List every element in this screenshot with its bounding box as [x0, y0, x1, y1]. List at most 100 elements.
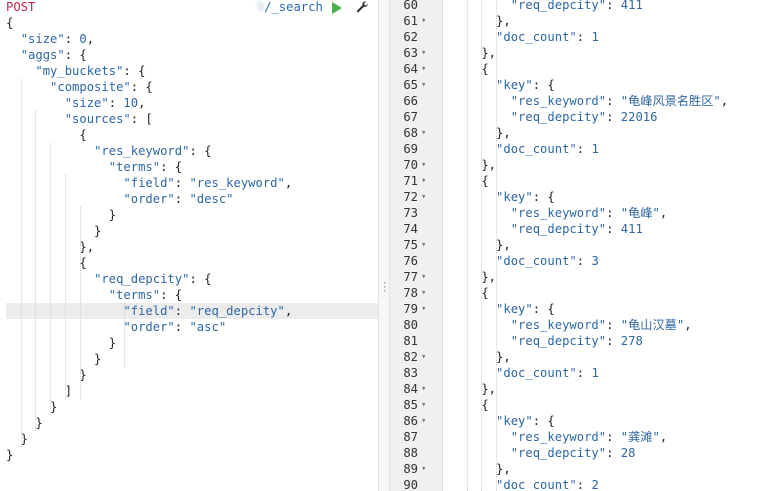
code-line[interactable]: "size": 0,	[6, 31, 378, 47]
fold-toggle-icon[interactable]: ▾	[421, 61, 426, 77]
code-line[interactable]: }	[6, 335, 378, 351]
line-number: 85	[403, 398, 418, 412]
code-line[interactable]: {	[6, 15, 378, 31]
request-url[interactable]: 9/_search	[44, 0, 323, 15]
code-line[interactable]: }	[6, 399, 378, 415]
code-line[interactable]: "aggs": {	[6, 47, 378, 63]
line-number: 71	[403, 174, 418, 188]
fold-toggle-icon[interactable]: ▾	[421, 189, 426, 205]
fold-toggle-icon[interactable]: ▾	[421, 157, 426, 173]
code-token: "req_depcity"	[189, 304, 285, 318]
code-token: {	[452, 398, 489, 412]
code-token: 3	[591, 254, 599, 268]
line-number: 90	[403, 478, 418, 491]
code-token: "req_depcity"	[510, 334, 607, 348]
fold-toggle-icon[interactable]: ▾	[421, 173, 426, 189]
code-line[interactable]: "sources": [	[6, 111, 378, 127]
code-line[interactable]: {	[6, 127, 378, 143]
code-token: :	[64, 32, 80, 46]
code-line[interactable]: }	[6, 207, 378, 223]
fold-toggle-icon[interactable]: ▾	[421, 397, 426, 413]
code-line[interactable]: ]	[6, 383, 378, 399]
response-line: "doc_count": 1	[452, 141, 777, 157]
fold-toggle-icon[interactable]: ▾	[421, 461, 426, 477]
pane-resize-handle[interactable]: · · ·	[378, 0, 390, 491]
code-token: "field"	[123, 304, 175, 318]
code-line[interactable]: }	[6, 415, 378, 431]
code-token: "size"	[64, 96, 109, 110]
code-token: "composite"	[50, 80, 131, 94]
code-token: }	[6, 448, 14, 462]
response-line: },	[452, 269, 777, 285]
code-token: }	[6, 416, 43, 430]
code-line[interactable]: },	[6, 239, 378, 255]
fold-toggle-icon[interactable]: ▾	[421, 77, 426, 93]
response-line: },	[452, 125, 777, 141]
fold-toggle-icon[interactable]: ▾	[421, 237, 426, 253]
code-line[interactable]: }	[6, 431, 378, 447]
line-number: 63	[403, 46, 418, 60]
code-line[interactable]: }	[6, 447, 378, 463]
response-viewer-pane[interactable]: 60 "req_depcity": 411 61 ▾ }, 62 "doc_count…	[390, 0, 777, 491]
code-token: 278	[620, 334, 643, 348]
code-line[interactable]: "terms": {	[6, 287, 378, 303]
fold-toggle-icon[interactable]: ▾	[421, 125, 426, 141]
line-number: 88	[403, 446, 418, 460]
line-number: 70	[403, 158, 418, 172]
code-token: "res_keyword"	[189, 176, 285, 190]
code-token: "order"	[123, 192, 175, 206]
code-token: "aggs"	[20, 48, 65, 62]
code-token: "size"	[20, 32, 65, 46]
code-token: : {	[160, 288, 183, 302]
code-line[interactable]: "composite": {	[6, 79, 378, 95]
code-line[interactable]: "order": "desc"	[6, 191, 378, 207]
code-token: "req_depcity"	[94, 272, 190, 286]
response-line: "doc_count": 3	[452, 253, 777, 269]
code-token: :	[576, 30, 592, 44]
indent-guide	[20, 79, 22, 447]
indent-guide	[123, 303, 125, 367]
fold-toggle-icon[interactable]: ▾	[421, 301, 426, 317]
fold-toggle-icon[interactable]: ▾	[421, 13, 426, 29]
code-line[interactable]: }	[6, 223, 378, 239]
line-number: 81	[403, 334, 418, 348]
response-line: "req_depcity": 411	[452, 0, 777, 13]
fold-toggle-icon[interactable]: ▾	[421, 45, 426, 61]
response-line: "doc_count": 1	[452, 365, 777, 381]
fold-toggle-icon[interactable]: ▾	[421, 285, 426, 301]
code-line[interactable]: }	[6, 367, 378, 383]
code-line[interactable]: "size": 10,	[6, 95, 378, 111]
response-line: },	[452, 381, 777, 397]
code-line[interactable]: }	[6, 351, 378, 367]
code-line[interactable]: "req_depcity": {	[6, 271, 378, 287]
code-line[interactable]: {	[6, 255, 378, 271]
code-line[interactable]: "terms": {	[6, 159, 378, 175]
fold-toggle-icon[interactable]: ▾	[421, 381, 426, 397]
response-line: "key": {	[452, 77, 777, 93]
request-line[interactable]: POST 9/_search	[0, 0, 378, 15]
code-token: ,	[86, 32, 95, 46]
response-line: "key": {	[452, 301, 777, 317]
code-token: {	[452, 62, 489, 76]
request-editor-pane[interactable]: POST 9/_search { "size": 0, "aggs": { "m…	[0, 0, 378, 491]
code-line[interactable]: "field": "req_depcity",	[6, 303, 378, 319]
code-token: :	[606, 318, 621, 332]
code-token: }	[6, 208, 117, 222]
fold-toggle-icon[interactable]: ▾	[421, 269, 426, 285]
indent-guide	[35, 111, 37, 431]
code-token: {	[6, 128, 87, 142]
line-number: 87	[403, 430, 418, 444]
run-request-icon[interactable]	[332, 2, 342, 14]
fold-toggle-icon[interactable]: ▾	[421, 413, 426, 429]
code-line[interactable]: "my_buckets": {	[6, 63, 378, 79]
fold-toggle-icon[interactable]: ▾	[421, 349, 426, 365]
code-line[interactable]: "res_keyword": {	[6, 143, 378, 159]
response-line: },	[452, 157, 777, 173]
code-line[interactable]: "order": "asc"	[6, 319, 378, 335]
code-line[interactable]: "field": "res_keyword",	[6, 175, 378, 191]
line-number: 84	[403, 382, 418, 396]
code-token: : {	[532, 190, 555, 204]
code-token: : {	[64, 48, 87, 62]
